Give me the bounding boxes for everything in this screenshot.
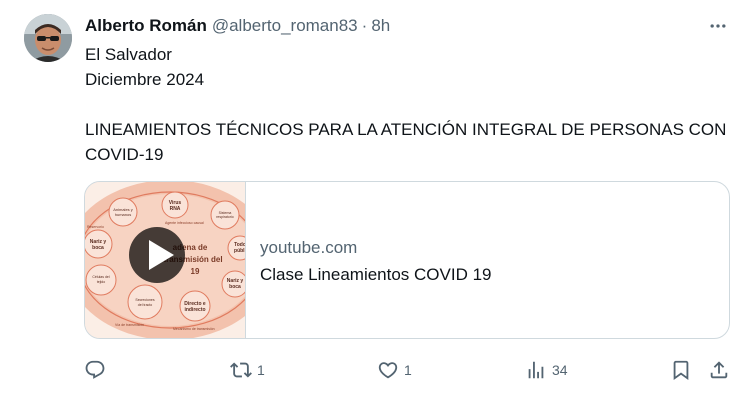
post-text: El Salvador Diciembre 2024 LINEAMIENTOS …: [85, 42, 735, 167]
card-title[interactable]: Clase Lineamientos COVID 19: [260, 263, 719, 287]
svg-text:Vía de transmisión: Vía de transmisión: [115, 323, 144, 327]
svg-text:públi: públi: [234, 248, 245, 254]
repost-icon: [230, 362, 252, 378]
views-icon: [528, 361, 544, 379]
bookmark-icon: [673, 360, 689, 381]
svg-text:indirecto: indirecto: [184, 307, 205, 313]
share-icon: [710, 361, 728, 379]
heart-icon: [378, 362, 398, 379]
svg-text:respiratorio: respiratorio: [216, 215, 234, 219]
card-domain: youtube.com: [260, 238, 358, 257]
post-time[interactable]: 8h: [371, 16, 390, 36]
repost-button[interactable]: 1: [230, 356, 265, 384]
views-button[interactable]: 34: [525, 356, 568, 384]
action-bar: 1 1 34: [84, 356, 734, 384]
bookmark-button[interactable]: [670, 356, 692, 384]
post-line-location: El Salvador: [85, 45, 172, 64]
svg-text:Células del: Células del: [92, 275, 110, 279]
post-line-title: LINEAMIENTOS TÉCNICOS PARA LA ATENCIÓN I…: [85, 120, 727, 164]
repost-count: 1: [257, 362, 265, 378]
svg-text:Reservorio: Reservorio: [87, 225, 104, 229]
video-thumbnail-diagram: Virus RNA Animales y humanos Sistema res…: [85, 182, 245, 338]
views-count: 34: [552, 362, 568, 378]
like-button[interactable]: 1: [377, 356, 412, 384]
svg-text:19: 19: [191, 267, 200, 276]
reply-button[interactable]: [84, 356, 111, 384]
more-horizontal-icon: [710, 24, 726, 28]
svg-text:Mecanismo de transmisión: Mecanismo de transmisión: [173, 327, 215, 331]
tweet: Alberto Román @alberto_roman83 · 8h El S…: [0, 0, 750, 400]
svg-text:tejido: tejido: [97, 280, 105, 284]
like-count: 1: [404, 362, 412, 378]
author-name[interactable]: Alberto Román: [85, 16, 207, 36]
author-handle[interactable]: @alberto_roman83: [212, 16, 358, 36]
card-thumbnail[interactable]: Virus RNA Animales y humanos Sistema res…: [85, 182, 246, 338]
link-card[interactable]: Virus RNA Animales y humanos Sistema res…: [84, 181, 730, 339]
svg-text:del tracto: del tracto: [138, 303, 152, 307]
avatar-image: [24, 14, 72, 62]
post-header: Alberto Román @alberto_roman83 · 8h: [85, 14, 730, 38]
card-info: youtube.com Clase Lineamientos COVID 19: [260, 236, 719, 287]
svg-text:Secreciones: Secreciones: [135, 298, 155, 302]
svg-text:RNA: RNA: [170, 206, 181, 212]
svg-text:boca: boca: [92, 245, 104, 251]
separator-dot: ·: [361, 16, 368, 35]
play-icon[interactable]: [129, 227, 185, 283]
post-line-date: Diciembre 2024: [85, 70, 205, 89]
share-button[interactable]: [708, 356, 730, 384]
svg-text:boca: boca: [229, 284, 241, 290]
svg-text:Agente infeccioso causal: Agente infeccioso causal: [165, 221, 204, 225]
avatar[interactable]: [24, 14, 72, 62]
more-options-button[interactable]: [706, 14, 730, 38]
reply-icon: [85, 360, 105, 379]
svg-text:humanos: humanos: [115, 212, 131, 217]
